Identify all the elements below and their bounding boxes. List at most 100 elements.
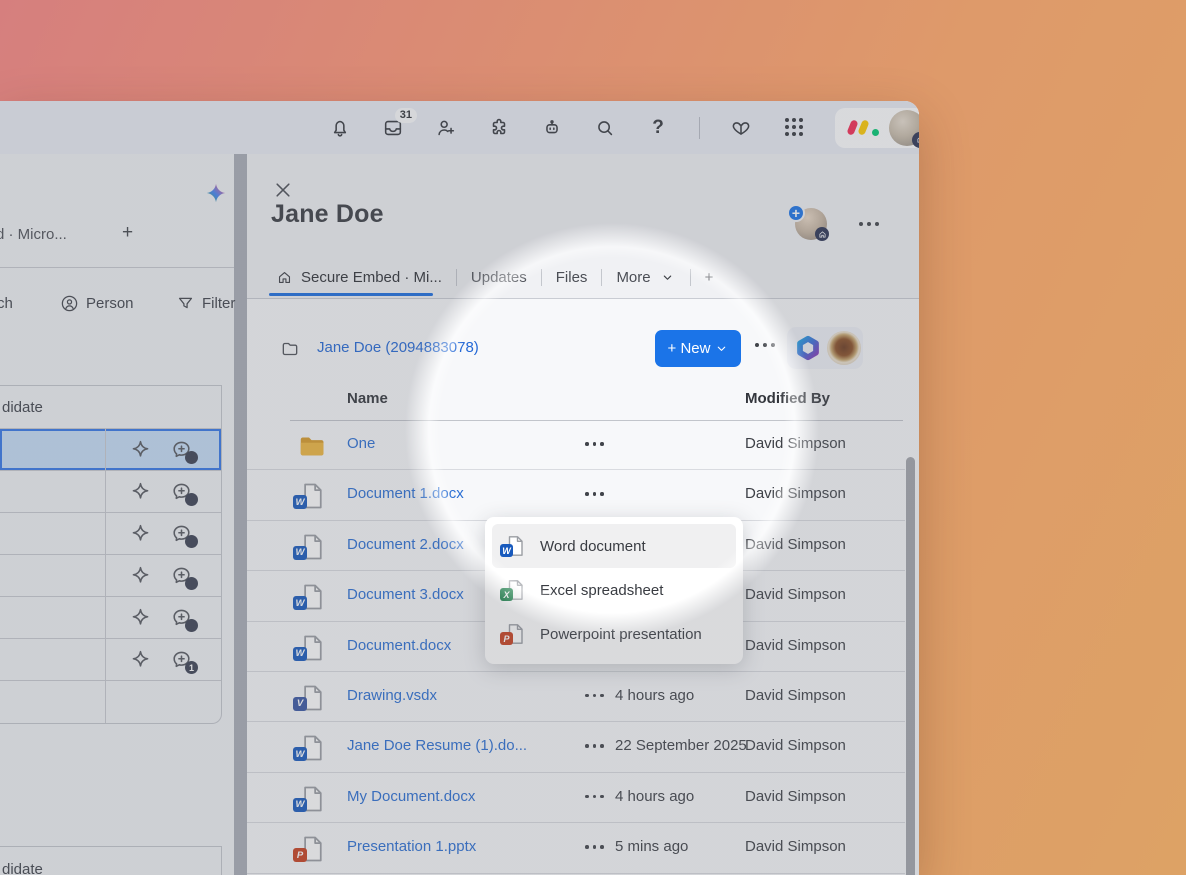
tab-add[interactable]: + — [691, 269, 728, 286]
coffee-avatar[interactable] — [827, 331, 861, 365]
board-person-filter-button[interactable]: Person — [60, 294, 134, 313]
file-modified-time: 4 hours ago — [615, 788, 694, 805]
add-board-tab-button[interactable]: + — [122, 222, 133, 244]
group-header-label: didate — [2, 399, 43, 416]
desktop-background: 31 ? — [0, 0, 1186, 875]
connected-apps-chip — [787, 327, 863, 369]
board-row[interactable]: 1 — [0, 639, 221, 681]
board-search-button[interactable]: ch — [0, 295, 13, 312]
toolbar-divider — [699, 117, 700, 139]
file-name-link[interactable]: Document 2.docx — [347, 536, 464, 553]
board-table-second-group: didate — [0, 846, 222, 875]
file-name-link[interactable]: Presentation 1.pptx — [347, 838, 476, 855]
folder-link[interactable]: Jane Doe (2094883078) — [317, 339, 479, 356]
product-switcher-grid-icon[interactable] — [782, 116, 806, 140]
file-row-menu-icon[interactable] — [585, 442, 604, 446]
board-tab-label[interactable]: d · Micro... — [0, 226, 67, 243]
file-modified-time: 4 hours ago — [615, 687, 694, 704]
dropdown-menu-item[interactable]: X Excel spreadsheet — [492, 568, 736, 612]
ai-suggest-icon[interactable] — [128, 563, 153, 588]
ai-suggest-icon[interactable] — [128, 479, 153, 504]
file-modified-by: David Simpson — [745, 536, 846, 553]
filter-label: Filter — [202, 295, 235, 312]
group-header-label: didate — [2, 861, 43, 875]
file-row[interactable]: V Drawing.vsdx 4 hours ago David Simpson — [247, 672, 905, 722]
tab-files[interactable]: Files — [542, 269, 602, 286]
board-row[interactable] — [0, 555, 221, 597]
ai-suggest-icon[interactable] — [128, 647, 153, 672]
board-row[interactable] — [0, 513, 221, 555]
file-modified-by: David Simpson — [745, 788, 846, 805]
dropdown-item-label: Word document — [540, 538, 646, 555]
column-name-header: Name — [347, 390, 388, 407]
board-row[interactable] — [0, 597, 221, 639]
file-type-icon: W — [297, 633, 327, 663]
tab-updates[interactable]: Updates — [457, 269, 541, 286]
new-file-button[interactable]: + New — [655, 330, 741, 367]
file-type-icon: W — [297, 582, 327, 612]
board-filter-button[interactable]: Filter — [176, 294, 235, 313]
file-name-link[interactable]: Jane Doe Resume (1).do... — [347, 737, 527, 754]
search-icon[interactable] — [593, 116, 617, 140]
filter-funnel-icon — [176, 294, 195, 313]
file-row-menu-icon[interactable] — [585, 795, 604, 799]
tab-secure-embed[interactable]: Secure Embed · Mi... — [262, 269, 456, 286]
ai-suggest-icon[interactable] — [128, 521, 153, 546]
board-add-row[interactable] — [0, 681, 221, 723]
add-subscriber-badge[interactable]: + — [787, 204, 805, 222]
file-name-link[interactable]: My Document.docx — [347, 788, 475, 805]
file-row-menu-icon[interactable] — [585, 744, 604, 748]
board-row[interactable] — [0, 471, 221, 513]
new-button-label: + New — [668, 340, 711, 357]
file-row[interactable]: W Document 1.docx David Simpson — [247, 470, 905, 520]
user-avatar[interactable] — [889, 110, 919, 146]
file-modified-time: 22 September 2025 — [615, 737, 747, 754]
ai-sparkle-icon[interactable] — [205, 182, 227, 204]
ai-suggest-icon[interactable] — [128, 437, 153, 462]
tab-more[interactable]: More — [602, 269, 689, 286]
tab-label: + — [705, 269, 714, 286]
account-chip — [835, 108, 919, 148]
file-row[interactable]: W Jane Doe Resume (1).do... 22 September… — [247, 722, 905, 772]
file-type-icon: X — [503, 578, 527, 602]
notifications-bell-icon[interactable] — [328, 116, 352, 140]
assistant-bot-icon[interactable] — [540, 116, 564, 140]
help-icon[interactable]: ? — [646, 116, 670, 140]
file-row-menu-icon[interactable] — [585, 694, 604, 698]
microsoft-365-icon[interactable] — [793, 333, 823, 363]
board-row[interactable] — [0, 429, 221, 471]
files-options-menu-icon[interactable] — [755, 343, 775, 347]
detail-tabs: Secure Embed · Mi... Updates Files More — [262, 258, 727, 296]
update-count-badge — [185, 577, 198, 590]
file-modified-by: David Simpson — [745, 637, 846, 654]
apps-marketplace-icon[interactable] — [487, 116, 511, 140]
ai-suggest-icon[interactable] — [128, 605, 153, 630]
item-owner-avatar[interactable]: + — [795, 208, 827, 240]
item-options-menu-icon[interactable] — [859, 222, 879, 226]
dropdown-menu-item[interactable]: P Powerpoint presentation — [492, 612, 736, 656]
file-row[interactable]: One David Simpson — [247, 420, 905, 470]
update-count-badge — [185, 451, 198, 464]
file-name-link[interactable]: One — [347, 435, 375, 452]
vibe-heart-icon[interactable] — [729, 116, 753, 140]
home-badge-icon — [815, 227, 829, 241]
home-badge-icon — [912, 132, 919, 148]
file-name-link[interactable]: Drawing.vsdx — [347, 687, 437, 704]
files-view: Jane Doe (2094883078) + New — [247, 299, 919, 875]
file-row[interactable]: P Presentation 1.pptx 5 mins ago David S… — [247, 823, 905, 873]
file-modified-by: David Simpson — [745, 737, 846, 754]
vertical-scrollbar[interactable] — [906, 457, 915, 875]
file-name-link[interactable]: Document 3.docx — [347, 586, 464, 603]
close-icon[interactable] — [273, 180, 293, 200]
file-name-link[interactable]: Document 1.docx — [347, 485, 464, 502]
invite-members-icon[interactable] — [434, 116, 458, 140]
file-row-menu-icon[interactable] — [585, 492, 604, 496]
file-row[interactable]: W My Document.docx 4 hours ago David Sim… — [247, 773, 905, 823]
inbox-icon[interactable]: 31 — [381, 116, 405, 140]
file-row-menu-icon[interactable] — [585, 845, 604, 849]
file-type-icon: W — [297, 784, 327, 814]
file-name-link[interactable]: Document.docx — [347, 637, 451, 654]
dropdown-menu-item[interactable]: W Word document — [492, 524, 736, 568]
panel-resize-handle[interactable] — [234, 154, 247, 875]
person-icon — [60, 294, 79, 313]
